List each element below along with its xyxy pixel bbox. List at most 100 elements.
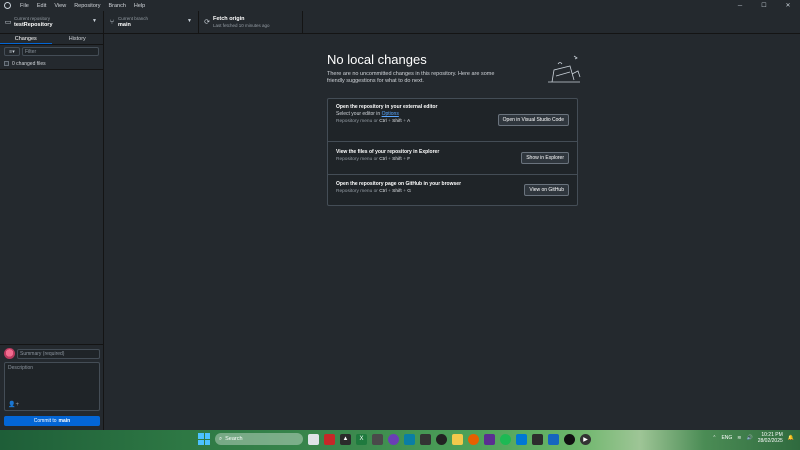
tab-changes[interactable]: Changes (0, 34, 52, 44)
menu-view[interactable]: View (50, 3, 70, 9)
terminal-icon[interactable] (372, 433, 383, 445)
shortcut-prefix: Repository menu or (336, 189, 378, 194)
last-fetched-label: Last fetched 10 minutes ago (213, 22, 270, 28)
clock[interactable]: 10:21 PM 28/02/2025 (758, 432, 783, 444)
changed-files-count: 0 changed files (12, 60, 46, 67)
spotify-icon[interactable] (500, 433, 511, 445)
wifi-icon[interactable]: ≋ (737, 435, 741, 441)
search-icon: ⌕ (219, 435, 223, 442)
purple-app-icon[interactable] (388, 433, 399, 445)
suggestion-title: Open the repository in your external edi… (336, 104, 438, 110)
open-in-editor-button[interactable]: Open in Visual Studio Code (497, 114, 569, 126)
page-title: No local changes (327, 52, 427, 67)
description-box: 👤+ (4, 362, 100, 411)
media-player-icon[interactable]: ▶ (580, 433, 591, 445)
chevron-down-icon: ▼ (187, 18, 192, 24)
repository-icon: ▭ (4, 19, 12, 26)
branch-selector[interactable]: ⑂ Current branch main ▼ (104, 11, 199, 33)
commit-button-label: Commit to (33, 418, 57, 424)
filter-row: ≡▾ (0, 45, 103, 58)
key-ctrl: Ctrl (379, 189, 387, 194)
chevron-down-icon: ▼ (92, 18, 97, 24)
file-explorer-icon[interactable] (452, 433, 463, 445)
shortcut-prefix: Repository menu or (336, 119, 378, 124)
suggestion-subtitle-text: Select your editor in (336, 111, 381, 117)
excel-icon[interactable]: X (356, 433, 367, 445)
suggestion-open-editor: Open the repository in your external edi… (328, 99, 577, 142)
commit-button[interactable]: Commit to main (4, 416, 100, 426)
filter-options-button[interactable]: ≡▾ (4, 47, 20, 56)
menu-branch[interactable]: Branch (104, 3, 129, 9)
sync-icon: ⟳ (204, 19, 210, 26)
menu-file[interactable]: File (16, 3, 33, 9)
page-description: There are no uncommitted changes in this… (327, 71, 495, 84)
commit-area: 👤+ Commit to main (0, 344, 104, 430)
red-app-icon[interactable] (324, 433, 335, 445)
clock-date: 28/02/2025 (757, 438, 783, 444)
show-in-explorer-button[interactable]: Show in Explorer (521, 152, 569, 164)
notifications-icon[interactable]: 🔔 (788, 435, 794, 441)
show-hidden-icons-icon[interactable]: ⌃ (712, 435, 716, 441)
app-icon[interactable] (404, 433, 415, 445)
key-shift: Shift (392, 189, 402, 194)
menu-help[interactable]: Help (130, 3, 149, 9)
repository-selector[interactable]: ▭ Current repository testRepository ▼ (0, 11, 104, 33)
key-letter: G (407, 189, 411, 194)
key-letter: F (407, 157, 411, 162)
close-button[interactable]: ✕ (776, 0, 800, 11)
toolbar: ▭ Current repository testRepository ▼ ⑂ … (0, 11, 800, 34)
title-bar: File Edit View Repository Branch Help ─ … (0, 0, 800, 11)
options-link[interactable]: Options (382, 111, 399, 117)
key-shift: Shift (392, 157, 402, 162)
photo-app-icon[interactable]: ▲ (340, 433, 351, 445)
windows-start-icon[interactable] (198, 433, 210, 445)
firefox-icon[interactable] (468, 433, 479, 445)
summary-input[interactable] (17, 348, 100, 359)
volume-icon[interactable]: 🔊 (747, 435, 753, 441)
obs-icon[interactable] (436, 433, 447, 445)
mail-icon[interactable] (516, 433, 527, 445)
empty-state-illustration (548, 55, 581, 83)
app-icon[interactable] (420, 433, 431, 445)
summary-row (4, 348, 100, 359)
language-indicator[interactable]: ENG (721, 435, 732, 441)
taskbar-search[interactable]: ⌕ Search (215, 433, 303, 445)
sidebar-tabs: Changes History (0, 34, 103, 45)
key-letter: A (406, 119, 411, 124)
taskbar-apps: ⌕ Search ▲ X ▶ (198, 433, 591, 445)
key-shift: Shift (392, 119, 402, 124)
branch-icon: ⑂ (109, 18, 115, 26)
description-input[interactable] (5, 363, 99, 399)
key-ctrl: Ctrl (379, 119, 387, 124)
add-co-author-icon[interactable]: 👤+ (8, 401, 19, 408)
app-icon[interactable] (484, 433, 495, 445)
tab-history[interactable]: History (52, 34, 104, 44)
changed-files-row: 0 changed files (0, 58, 103, 70)
vscode-icon[interactable] (532, 433, 543, 445)
task-view-icon[interactable] (308, 433, 319, 445)
github-desktop-icon[interactable] (564, 433, 575, 445)
commit-button-branch: main (58, 418, 71, 424)
menu-repository[interactable]: Repository (70, 3, 104, 9)
windows-taskbar: ⌕ Search ▲ X ▶ ⌃ ENG ≋ 🔊 10:21 PM 28/02/… (0, 430, 800, 450)
taskbar-search-label: Search (225, 436, 243, 442)
view-on-github-button[interactable]: View on GitHub (524, 184, 569, 196)
maximize-button[interactable]: ☐ (752, 0, 776, 11)
avatar (4, 348, 15, 359)
sidebar: Changes History ≡▾ 0 changed files 👤+ Co… (0, 34, 104, 430)
main-panel: No local changes There are no uncommitte… (104, 34, 800, 430)
select-all-checkbox[interactable] (4, 61, 9, 66)
repository-name: testRepository (14, 21, 53, 28)
key-ctrl: Ctrl (379, 157, 387, 162)
window-controls: ─ ☐ ✕ (728, 0, 800, 11)
menu-edit[interactable]: Edit (33, 3, 50, 9)
filter-icon: ≡▾ (9, 48, 15, 55)
branch-name: main (118, 21, 131, 28)
filter-input[interactable] (22, 47, 99, 56)
github-logo-icon (4, 2, 11, 9)
fetch-origin-button[interactable]: ⟳ Fetch origin Last fetched 10 minutes a… (199, 11, 303, 33)
no-local-changes-header: No local changes There are no uncommitte… (327, 52, 577, 85)
minimize-button[interactable]: ─ (728, 0, 752, 11)
system-tray: ⌃ ENG ≋ 🔊 10:21 PM 28/02/2025 🔔 (712, 432, 794, 444)
app-icon[interactable] (548, 433, 559, 445)
